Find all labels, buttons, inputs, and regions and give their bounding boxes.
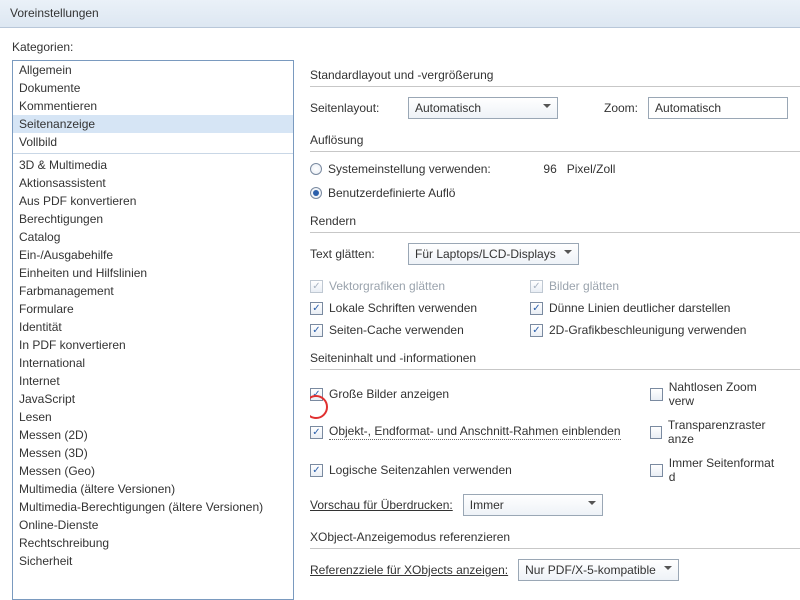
- category-item[interactable]: Online-Dienste: [13, 516, 293, 534]
- category-item[interactable]: Einheiten und Hilfslinien: [13, 264, 293, 282]
- chk-logical-pages[interactable]: ✓Logische Seitenzahlen verwenden: [310, 456, 632, 484]
- category-item[interactable]: JavaScript: [13, 390, 293, 408]
- chk-local-fonts[interactable]: ✓Lokale Schriften verwenden: [310, 301, 512, 315]
- category-item[interactable]: Sicherheit: [13, 552, 293, 570]
- category-item[interactable]: Farbmanagement: [13, 282, 293, 300]
- checkbox-icon: [650, 464, 663, 477]
- checkbox-icon: [650, 426, 662, 439]
- checkbox-icon: ✓: [310, 464, 323, 477]
- category-item[interactable]: Dokumente: [13, 79, 293, 97]
- smooth-text-select[interactable]: Für Laptops/LCD-Displays: [408, 243, 579, 265]
- group-resolution: Auflösung Systemeinstellung verwenden: 9…: [310, 133, 800, 200]
- chk-show-boxes[interactable]: ✓Objekt-, Endformat- und Anschnitt-Rahme…: [310, 418, 632, 446]
- category-item[interactable]: Catalog: [13, 228, 293, 246]
- category-item[interactable]: Vollbild: [13, 133, 293, 151]
- checkbox-icon: ✓: [530, 302, 543, 315]
- checkbox-icon: ✓: [310, 280, 323, 293]
- chk-page-cache[interactable]: ✓Seiten-Cache verwenden: [310, 323, 512, 337]
- system-dpi-unit: Pixel/Zoll: [567, 162, 616, 176]
- zoom-label: Zoom:: [604, 101, 638, 115]
- group-resolution-title: Auflösung: [310, 133, 800, 152]
- zoom-select[interactable]: Automatisch: [648, 97, 788, 119]
- category-item[interactable]: Berechtigungen: [13, 210, 293, 228]
- category-item[interactable]: Allgemein: [13, 61, 293, 79]
- category-item[interactable]: Internet: [13, 372, 293, 390]
- category-item[interactable]: Lesen: [13, 408, 293, 426]
- titlebar: Voreinstellungen: [0, 0, 800, 28]
- smooth-text-label: Text glätten:: [310, 247, 398, 261]
- radio-custom-resolution[interactable]: Benutzerdefinierte Auflö: [310, 186, 455, 200]
- chk-transparency-grid[interactable]: Transparenzraster anze: [650, 418, 782, 446]
- category-item[interactable]: Messen (2D): [13, 426, 293, 444]
- categories-label: Kategorien:: [12, 40, 800, 54]
- category-item[interactable]: 3D & Multimedia: [13, 156, 293, 174]
- category-item[interactable]: In PDF konvertieren: [13, 336, 293, 354]
- group-render-title: Rendern: [310, 214, 800, 233]
- category-item[interactable]: International: [13, 354, 293, 372]
- categories-list[interactable]: AllgemeinDokumenteKommentierenSeitenanze…: [12, 60, 294, 600]
- chk-thin-lines[interactable]: ✓Dünne Linien deutlicher darstellen: [530, 301, 782, 315]
- group-content-title: Seiteninhalt und -informationen: [310, 351, 800, 370]
- checkbox-icon: [650, 388, 663, 401]
- checkbox-icon: ✓: [530, 280, 543, 293]
- group-xobject-title: XObject-Anzeigemodus referenzieren: [310, 530, 800, 549]
- window-title: Voreinstellungen: [10, 6, 99, 20]
- checkbox-icon: ✓: [310, 302, 323, 315]
- category-item[interactable]: Multimedia-Berechtigungen (ältere Versio…: [13, 498, 293, 516]
- category-item[interactable]: Messen (3D): [13, 444, 293, 462]
- category-item[interactable]: Aktionsassistent: [13, 174, 293, 192]
- checkbox-icon: ✓: [310, 324, 323, 337]
- group-layout: Standardlayout und -vergrößerung Seitenl…: [310, 68, 800, 119]
- radio-icon: [310, 163, 322, 175]
- page-layout-select[interactable]: Automatisch: [408, 97, 558, 119]
- chk-large-images[interactable]: ✓Große Bilder anzeigen: [310, 380, 632, 408]
- group-content: Seiteninhalt und -informationen ✓Große B…: [310, 351, 800, 516]
- chk-page-format[interactable]: Immer Seitenformat d: [650, 456, 782, 484]
- radio-icon: [310, 187, 322, 199]
- category-item[interactable]: Kommentieren: [13, 97, 293, 115]
- chk-vector-smooth: ✓Vektorgrafiken glätten: [310, 279, 512, 293]
- category-separator: [13, 153, 293, 154]
- xobject-targets-select[interactable]: Nur PDF/X-5-kompatible: [518, 559, 679, 581]
- chk-gfx-accel[interactable]: ✓2D-Grafikbeschleunigung verwenden: [530, 323, 782, 337]
- category-item[interactable]: Formulare: [13, 300, 293, 318]
- dialog-body: Kategorien: AllgemeinDokumenteKommentier…: [0, 28, 800, 600]
- category-item[interactable]: Multimedia (ältere Versionen): [13, 480, 293, 498]
- radio-system-resolution[interactable]: Systemeinstellung verwenden:: [310, 162, 491, 176]
- category-item[interactable]: Messen (Geo): [13, 462, 293, 480]
- group-xobject: XObject-Anzeigemodus referenzieren Refer…: [310, 530, 800, 581]
- xobject-targets-label: Referenzziele für XObjects anzeigen:: [310, 563, 508, 577]
- category-item[interactable]: Rechtschreibung: [13, 534, 293, 552]
- system-dpi-value: 96: [517, 162, 557, 176]
- checkbox-icon: ✓: [530, 324, 543, 337]
- chk-seamless-zoom[interactable]: Nahtlosen Zoom verw: [650, 380, 782, 408]
- page-layout-label: Seitenlayout:: [310, 101, 398, 115]
- group-render: Rendern Text glätten: Für Laptops/LCD-Di…: [310, 214, 800, 337]
- checkbox-icon: ✓: [310, 388, 323, 401]
- category-item[interactable]: Identität: [13, 318, 293, 336]
- chk-images-smooth: ✓Bilder glätten: [530, 279, 782, 293]
- overprint-select[interactable]: Immer: [463, 494, 603, 516]
- checkbox-icon: ✓: [310, 426, 323, 439]
- category-item[interactable]: Ein-/Ausgabehilfe: [13, 246, 293, 264]
- category-item[interactable]: Aus PDF konvertieren: [13, 192, 293, 210]
- main-panel: Standardlayout und -vergrößerung Seitenl…: [310, 68, 800, 588]
- overprint-label: Vorschau für Überdrucken:: [310, 498, 453, 512]
- category-item[interactable]: Seitenanzeige: [13, 115, 293, 133]
- group-layout-title: Standardlayout und -vergrößerung: [310, 68, 800, 87]
